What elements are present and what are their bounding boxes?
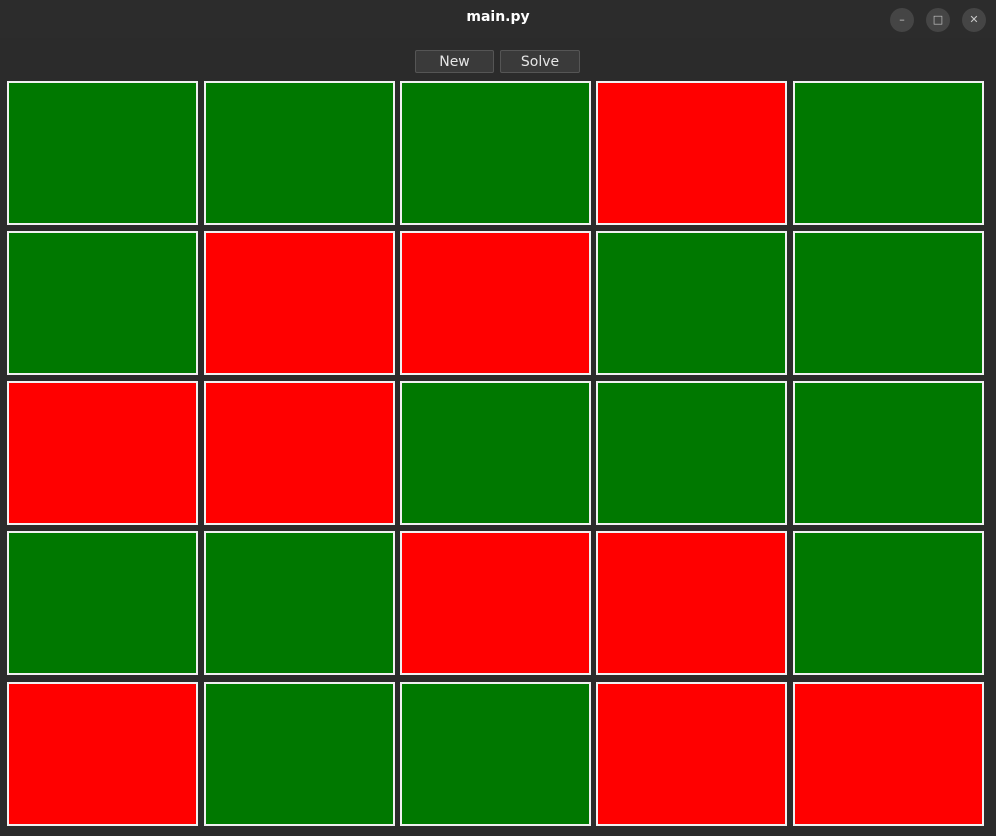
toolbar: New Solve (0, 50, 996, 74)
minimize-icon[interactable]: – (890, 8, 914, 32)
board-cell-2-2[interactable] (400, 381, 591, 525)
solve-button[interactable]: Solve (500, 50, 580, 73)
board-cell-1-0[interactable] (7, 231, 198, 375)
board-cell-0-2[interactable] (400, 81, 591, 225)
board-cell-2-4[interactable] (793, 381, 984, 525)
close-icon[interactable]: ✕ (962, 8, 986, 32)
game-board (7, 81, 991, 828)
board-cell-0-4[interactable] (793, 81, 984, 225)
board-cell-1-3[interactable] (596, 231, 787, 375)
board-cell-0-0[interactable] (7, 81, 198, 225)
board-cell-1-4[interactable] (793, 231, 984, 375)
new-button[interactable]: New (415, 50, 494, 73)
board-cell-3-1[interactable] (204, 531, 395, 675)
board-cell-0-3[interactable] (596, 81, 787, 225)
board-cell-2-0[interactable] (7, 381, 198, 525)
window-title: main.py (466, 9, 530, 25)
board-cell-1-2[interactable] (400, 231, 591, 375)
board-cell-4-3[interactable] (596, 682, 787, 826)
board-cell-4-1[interactable] (204, 682, 395, 826)
board-cell-2-1[interactable] (204, 381, 395, 525)
board-cell-3-0[interactable] (7, 531, 198, 675)
board-cell-4-0[interactable] (7, 682, 198, 826)
title-bar[interactable]: main.py – □ ✕ (0, 0, 996, 38)
board-cell-4-4[interactable] (793, 682, 984, 826)
maximize-icon[interactable]: □ (926, 8, 950, 32)
board-cell-3-3[interactable] (596, 531, 787, 675)
board-cell-3-2[interactable] (400, 531, 591, 675)
board-cell-1-1[interactable] (204, 231, 395, 375)
board-cell-2-3[interactable] (596, 381, 787, 525)
board-cell-4-2[interactable] (400, 682, 591, 826)
app-window: main.py – □ ✕ New Solve (0, 0, 996, 836)
board-cell-0-1[interactable] (204, 81, 395, 225)
board-cell-3-4[interactable] (793, 531, 984, 675)
